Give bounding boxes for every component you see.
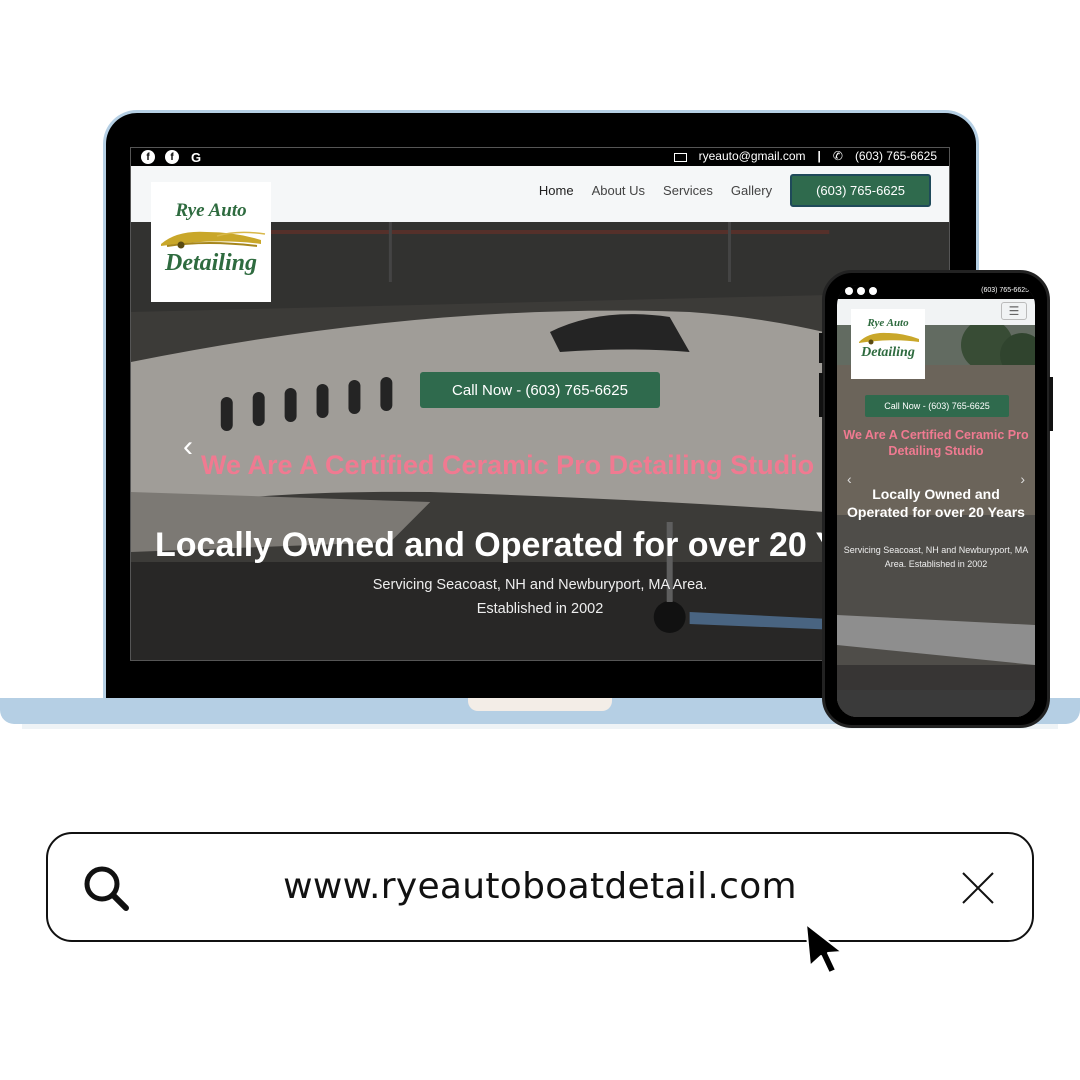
cursor-arrow-icon (805, 923, 843, 974)
url-search-bar[interactable]: www.ryeautoboatdetail.com (46, 832, 1034, 942)
google-icon[interactable] (869, 287, 877, 295)
mobile-site-logo[interactable]: Rye Auto Detailing (851, 309, 925, 379)
chevron-left-icon[interactable]: ‹ (183, 430, 193, 464)
nav-phone-button[interactable]: (603) 765-6625 (790, 174, 931, 207)
top-contact-bar: f f G ryeauto@gmail.com | ✆ (603) 765-66… (131, 148, 949, 166)
separator: | (817, 149, 821, 163)
phone-icon: ✆ (832, 149, 843, 163)
phone-side-button (819, 333, 823, 363)
url-text[interactable]: www.ryeautoboatdetail.com (48, 866, 1032, 907)
facebook-icon[interactable] (857, 287, 865, 295)
logo-text-bottom: Detailing (164, 250, 257, 276)
facebook-icon[interactable]: f (141, 150, 155, 164)
contact-info: ryeauto@gmail.com | ✆ (603) 765-6625 (673, 149, 937, 163)
phone-frame: (603) 765-6625 ☰ Call Now - (603) 765-66… (819, 270, 1053, 728)
close-icon[interactable] (960, 870, 996, 906)
nav-services[interactable]: Services (663, 183, 713, 198)
nav-about-us[interactable]: About Us (592, 183, 645, 198)
mobile-hero-subtitle: Servicing Seacoast, NH and Newburyport, … (843, 545, 1029, 569)
mail-icon (673, 152, 687, 162)
phone-notch (895, 285, 981, 299)
phone-side-button (819, 373, 823, 417)
hero-title: Locally Owned and Operated for over 20 Y… (155, 526, 907, 564)
mobile-social-links (845, 287, 877, 295)
mobile-hero-title: Locally Owned and Operated for over 20 Y… (847, 486, 1025, 520)
mobile-phone-link[interactable]: (603) 765-6625 (981, 287, 1029, 294)
facebook-icon[interactable] (845, 287, 853, 295)
email-link[interactable]: ryeauto@gmail.com (699, 149, 806, 163)
nav-home[interactable]: Home (539, 183, 574, 198)
logo-text-top: Rye Auto (175, 200, 247, 221)
phone-side-button (1049, 377, 1053, 431)
facebook-icon[interactable]: f (165, 150, 179, 164)
logo-car-icon (161, 231, 266, 249)
mobile-hero-overlay (837, 325, 1035, 717)
mobile-logo-car-icon (859, 332, 919, 345)
mobile-logo-text-top: Rye Auto (867, 317, 909, 329)
hamburger-icon[interactable]: ☰ (1001, 302, 1027, 320)
mobile-hero: Call Now - (603) 765-6625 We Are A Certi… (837, 325, 1035, 717)
mobile-website-screen: (603) 765-6625 ☰ Call Now - (603) 765-66… (837, 285, 1035, 717)
mobile-bottom-strip (837, 690, 1035, 717)
mobile-call-now-button[interactable]: Call Now - (603) 765-6625 (865, 395, 1009, 417)
nav-menu: Home About Us Services Gallery (603) 765… (539, 174, 931, 207)
call-now-button[interactable]: Call Now - (603) 765-6625 (420, 372, 660, 408)
laptop-notch (468, 698, 612, 711)
phone-link[interactable]: (603) 765-6625 (855, 149, 937, 163)
hero-certified-heading: We Are A Certified Ceramic Pro Detailing… (201, 450, 815, 480)
site-logo[interactable]: Rye Auto Detailing (151, 182, 271, 302)
nav-gallery[interactable]: Gallery (731, 183, 772, 198)
social-links: f f G (141, 150, 203, 165)
google-icon[interactable]: G (189, 150, 203, 165)
mobile-logo-text-bottom: Detailing (861, 345, 915, 360)
mobile-certified-heading: We Are A Certified Ceramic Pro Detailing… (843, 428, 1029, 458)
